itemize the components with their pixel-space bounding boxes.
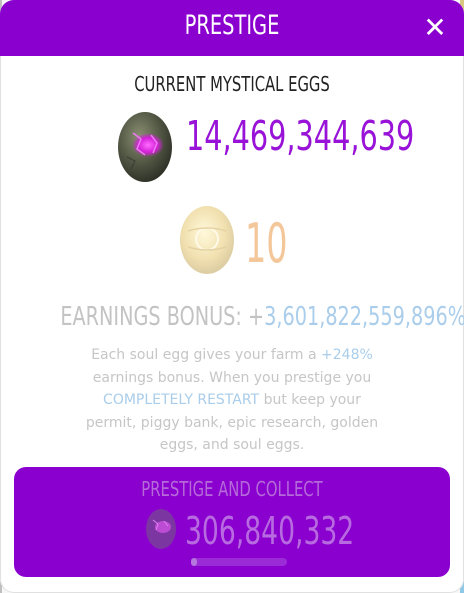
close-icon: ✕ bbox=[423, 11, 447, 44]
desc-text-2: earnings bonus. When you prestige you bbox=[92, 369, 372, 386]
soul-egg-count: 10 bbox=[245, 212, 288, 275]
current-eggs-label: CURRENT MYSTICAL EGGS bbox=[134, 72, 330, 96]
collect-amount: 306,840,332 bbox=[185, 509, 355, 553]
collect-progress-bar bbox=[191, 558, 287, 566]
prestige-description: Each soul egg gives your farm a +248% ea… bbox=[82, 344, 382, 457]
mystical-egg-icon bbox=[146, 509, 176, 549]
mystical-egg-count: 14,469,344,639 bbox=[186, 112, 415, 160]
earnings-bonus: EARNINGS BONUS: +3,601,822,559,896% bbox=[60, 302, 464, 332]
desc-restart: COMPLETELY RESTART bbox=[103, 392, 260, 408]
close-button[interactable]: ✕ bbox=[420, 13, 450, 43]
desc-percent: +248% bbox=[321, 347, 373, 363]
earnings-bonus-value: 3,601,822,559,896% bbox=[264, 302, 464, 332]
collect-progress-fill bbox=[191, 558, 197, 566]
prestige-collect-button[interactable]: PRESTIGE AND COLLECT 306,840,332 bbox=[14, 467, 450, 577]
dialog-title: PRESTIGE bbox=[184, 10, 280, 41]
soul-egg-icon bbox=[180, 206, 234, 274]
prestige-dialog: PRESTIGE ✕ CURRENT MYSTICAL EGGS 14,469,… bbox=[0, 0, 464, 593]
dialog-header: PRESTIGE ✕ bbox=[0, 0, 464, 56]
mystical-egg-icon bbox=[118, 112, 172, 182]
desc-text-1: Each soul egg gives your farm a bbox=[91, 347, 322, 363]
earnings-bonus-label: EARNINGS BONUS: + bbox=[60, 302, 265, 332]
collect-label: PRESTIGE AND COLLECT bbox=[141, 477, 323, 501]
